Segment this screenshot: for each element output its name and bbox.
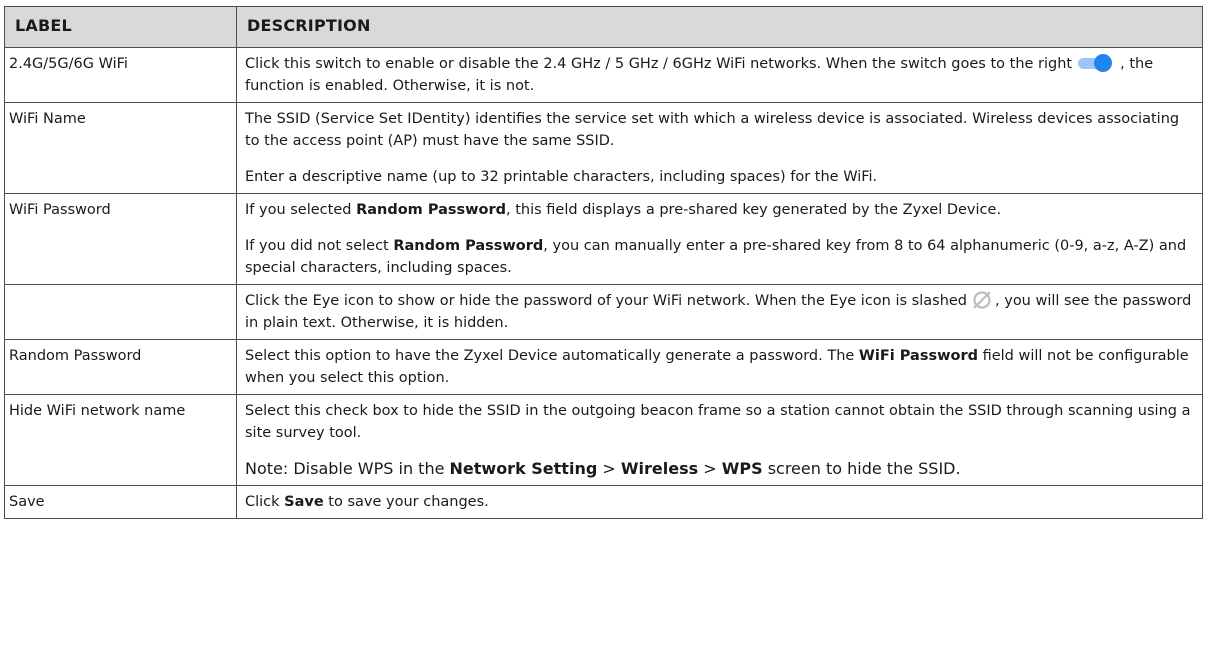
row-label: 2.4G/5G/6G WiFi: [4, 47, 237, 103]
bold-term: Random Password: [393, 238, 544, 254]
description-text: Click the Eye icon to show or hide the p…: [245, 293, 968, 309]
row-description: If you selected Random Password, this fi…: [236, 193, 1203, 285]
row-description: Click this switch to enable or disable t…: [236, 47, 1203, 103]
table-row: WiFi Name The SSID (Service Set IDentity…: [4, 102, 1203, 194]
bold-term: Save: [284, 494, 324, 510]
row-description: Select this option to have the Zyxel Dev…: [236, 339, 1203, 395]
row-label: [4, 284, 237, 340]
description-paragraph: The SSID (Service Set IDentity) identifi…: [245, 111, 1180, 149]
bold-term: Wireless: [620, 459, 699, 478]
label-column-header: LABEL: [4, 6, 237, 48]
description-text: Click: [245, 494, 285, 510]
row-label: Hide WiFi network name: [4, 394, 237, 486]
bold-term: WPS: [721, 459, 763, 478]
description-text: Select this option to have the Zyxel Dev…: [245, 348, 859, 364]
description-text: , this field displays a pre-shared key g…: [506, 202, 1002, 218]
eye-slashed-icon: [973, 291, 991, 309]
table-row: Hide WiFi network name Select this check…: [4, 394, 1203, 486]
note-text: >: [597, 459, 621, 478]
table-header-row: LABEL DESCRIPTION: [4, 6, 1203, 48]
table-row: Random Password Select this option to ha…: [4, 339, 1203, 395]
row-label: WiFi Name: [4, 102, 237, 194]
table-row: Save Click Save to save your changes.: [4, 485, 1203, 519]
description-column-header: DESCRIPTION: [236, 6, 1203, 48]
table-row: WiFi Password If you selected Random Pas…: [4, 193, 1203, 285]
bold-term: Random Password: [356, 202, 507, 218]
table-row: 2.4G/5G/6G WiFi Click this switch to ena…: [4, 47, 1203, 103]
note-text: >: [698, 459, 722, 478]
table-row: Click the Eye icon to show or hide the p…: [4, 284, 1203, 340]
row-label: Random Password: [4, 339, 237, 395]
row-description: Select this check box to hide the SSID i…: [236, 394, 1203, 486]
description-text: If you did not select: [245, 238, 394, 254]
field-description-table: LABEL DESCRIPTION 2.4G/5G/6G WiFi Click …: [4, 6, 1203, 519]
bold-term: WiFi Password: [858, 348, 978, 364]
description-paragraph: If you selected Random Password, this fi…: [245, 199, 1196, 221]
row-label: WiFi Password: [4, 193, 237, 285]
description-paragraph: Select this check box to hide the SSID i…: [245, 403, 1191, 441]
bold-term: Network Setting: [449, 459, 598, 478]
row-description: Click the Eye icon to show or hide the p…: [236, 284, 1203, 340]
description-text: to save your changes.: [323, 494, 489, 510]
description-paragraph: Enter a descriptive name (up to 32 print…: [245, 169, 878, 185]
description-text: If you selected: [245, 202, 357, 218]
note-text: screen to hide the SSID.: [762, 459, 961, 478]
row-label: Save: [4, 485, 237, 519]
note-paragraph: Note: Disable WPS in the Network Setting…: [245, 458, 1196, 480]
description-text: Click this switch to enable or disable t…: [245, 56, 1073, 72]
note-text: Note: Disable WPS in the: [245, 459, 450, 478]
description-paragraph: If you did not select Random Password, y…: [245, 235, 1196, 279]
row-description: The SSID (Service Set IDentity) identifi…: [236, 102, 1203, 194]
row-description: Click Save to save your changes.: [236, 485, 1203, 519]
toggle-on-icon: [1078, 54, 1114, 72]
